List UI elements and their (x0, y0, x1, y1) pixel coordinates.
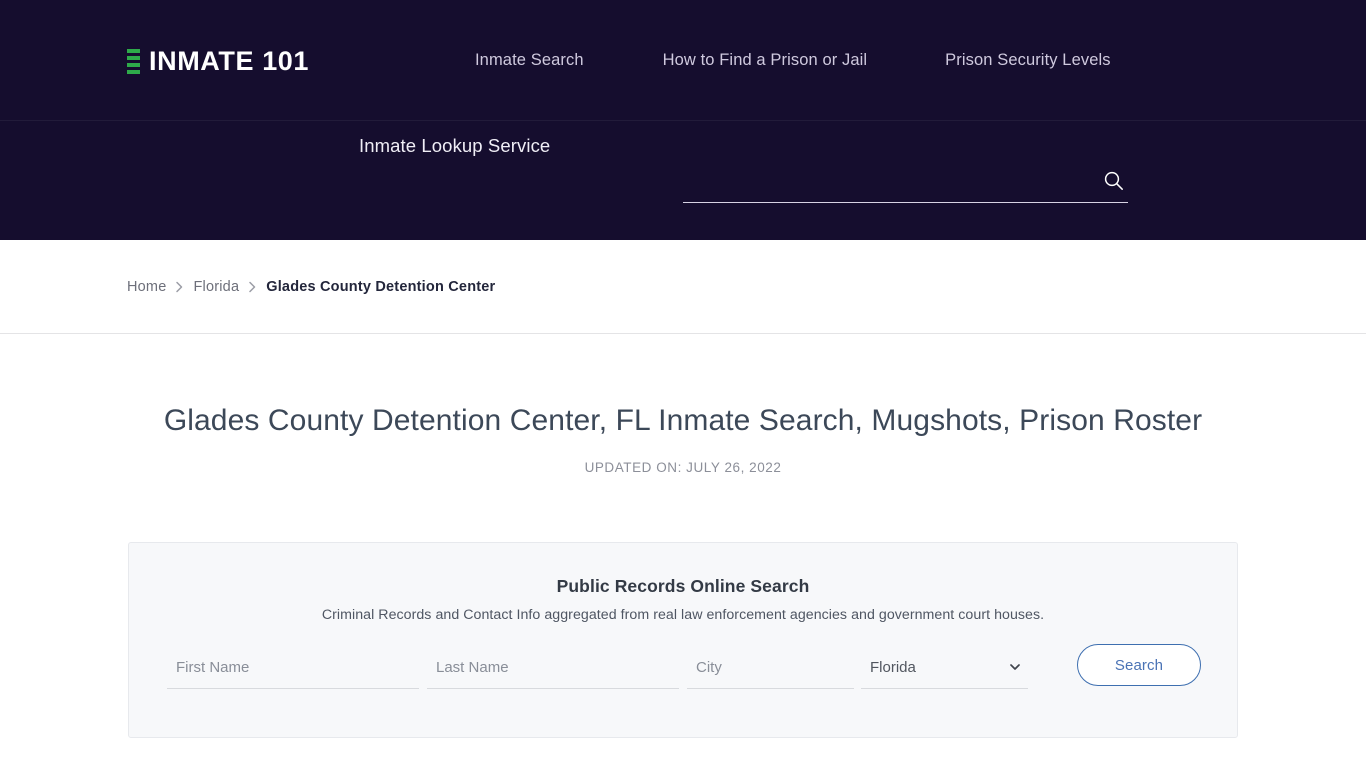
updated-on-text: UPDATED ON: JULY 26, 2022 (584, 460, 782, 475)
breadcrumb-bar: Home Florida Glades County Detention Cen… (0, 240, 1366, 334)
city-input[interactable] (687, 647, 854, 687)
last-name-field (427, 647, 679, 689)
lookup-service-label: Inmate Lookup Service (359, 135, 551, 156)
city-field (687, 647, 854, 689)
chevron-right-icon (248, 281, 257, 293)
search-icon (1104, 171, 1123, 190)
public-records-card: Public Records Online Search Criminal Re… (128, 542, 1238, 738)
site-header: INMATE 101 Inmate Search How to Find a P… (0, 0, 1366, 121)
breadcrumb: Home Florida Glades County Detention Cen… (127, 279, 495, 295)
page-title: Glades County Detention Center, FL Inmat… (163, 404, 1203, 437)
page-content: Glades County Detention Center, FL Inmat… (0, 334, 1366, 768)
chevron-right-icon (175, 281, 184, 293)
first-name-field (167, 647, 419, 689)
nav-item-prison-security-levels[interactable]: Prison Security Levels (945, 51, 1110, 70)
search-input[interactable] (683, 161, 1083, 201)
lookup-search-field (683, 161, 1128, 203)
nav-item-inmate-search[interactable]: Inmate Search (475, 51, 584, 70)
public-records-search-form: Florida Search (167, 644, 1201, 697)
logo-text: INMATE 101 (149, 45, 310, 76)
lookup-search-bar: Inmate Lookup Service (0, 121, 1366, 240)
search-submit-icon-button[interactable] (1098, 165, 1128, 195)
site-logo[interactable]: INMATE 101 (127, 44, 309, 78)
breadcrumb-item-florida[interactable]: Florida (193, 279, 239, 295)
logo-bars-icon (127, 48, 140, 74)
breadcrumb-item-current: Glades County Detention Center (266, 278, 496, 295)
records-search-button[interactable]: Search (1077, 644, 1201, 686)
state-select[interactable]: Florida (861, 647, 1028, 687)
breadcrumb-item-home[interactable]: Home (127, 279, 166, 295)
last-name-input[interactable] (427, 647, 679, 687)
first-name-input[interactable] (167, 647, 419, 687)
records-card-title: Public Records Online Search (556, 576, 810, 596)
main-navigation: Inmate Search How to Find a Prison or Ja… (460, 0, 1111, 121)
state-field: Florida (861, 647, 1028, 689)
records-card-subtitle: Criminal Records and Contact Info aggreg… (321, 607, 1045, 623)
nav-item-how-to-find-a-prison-or-jail[interactable]: How to Find a Prison or Jail (663, 51, 868, 70)
